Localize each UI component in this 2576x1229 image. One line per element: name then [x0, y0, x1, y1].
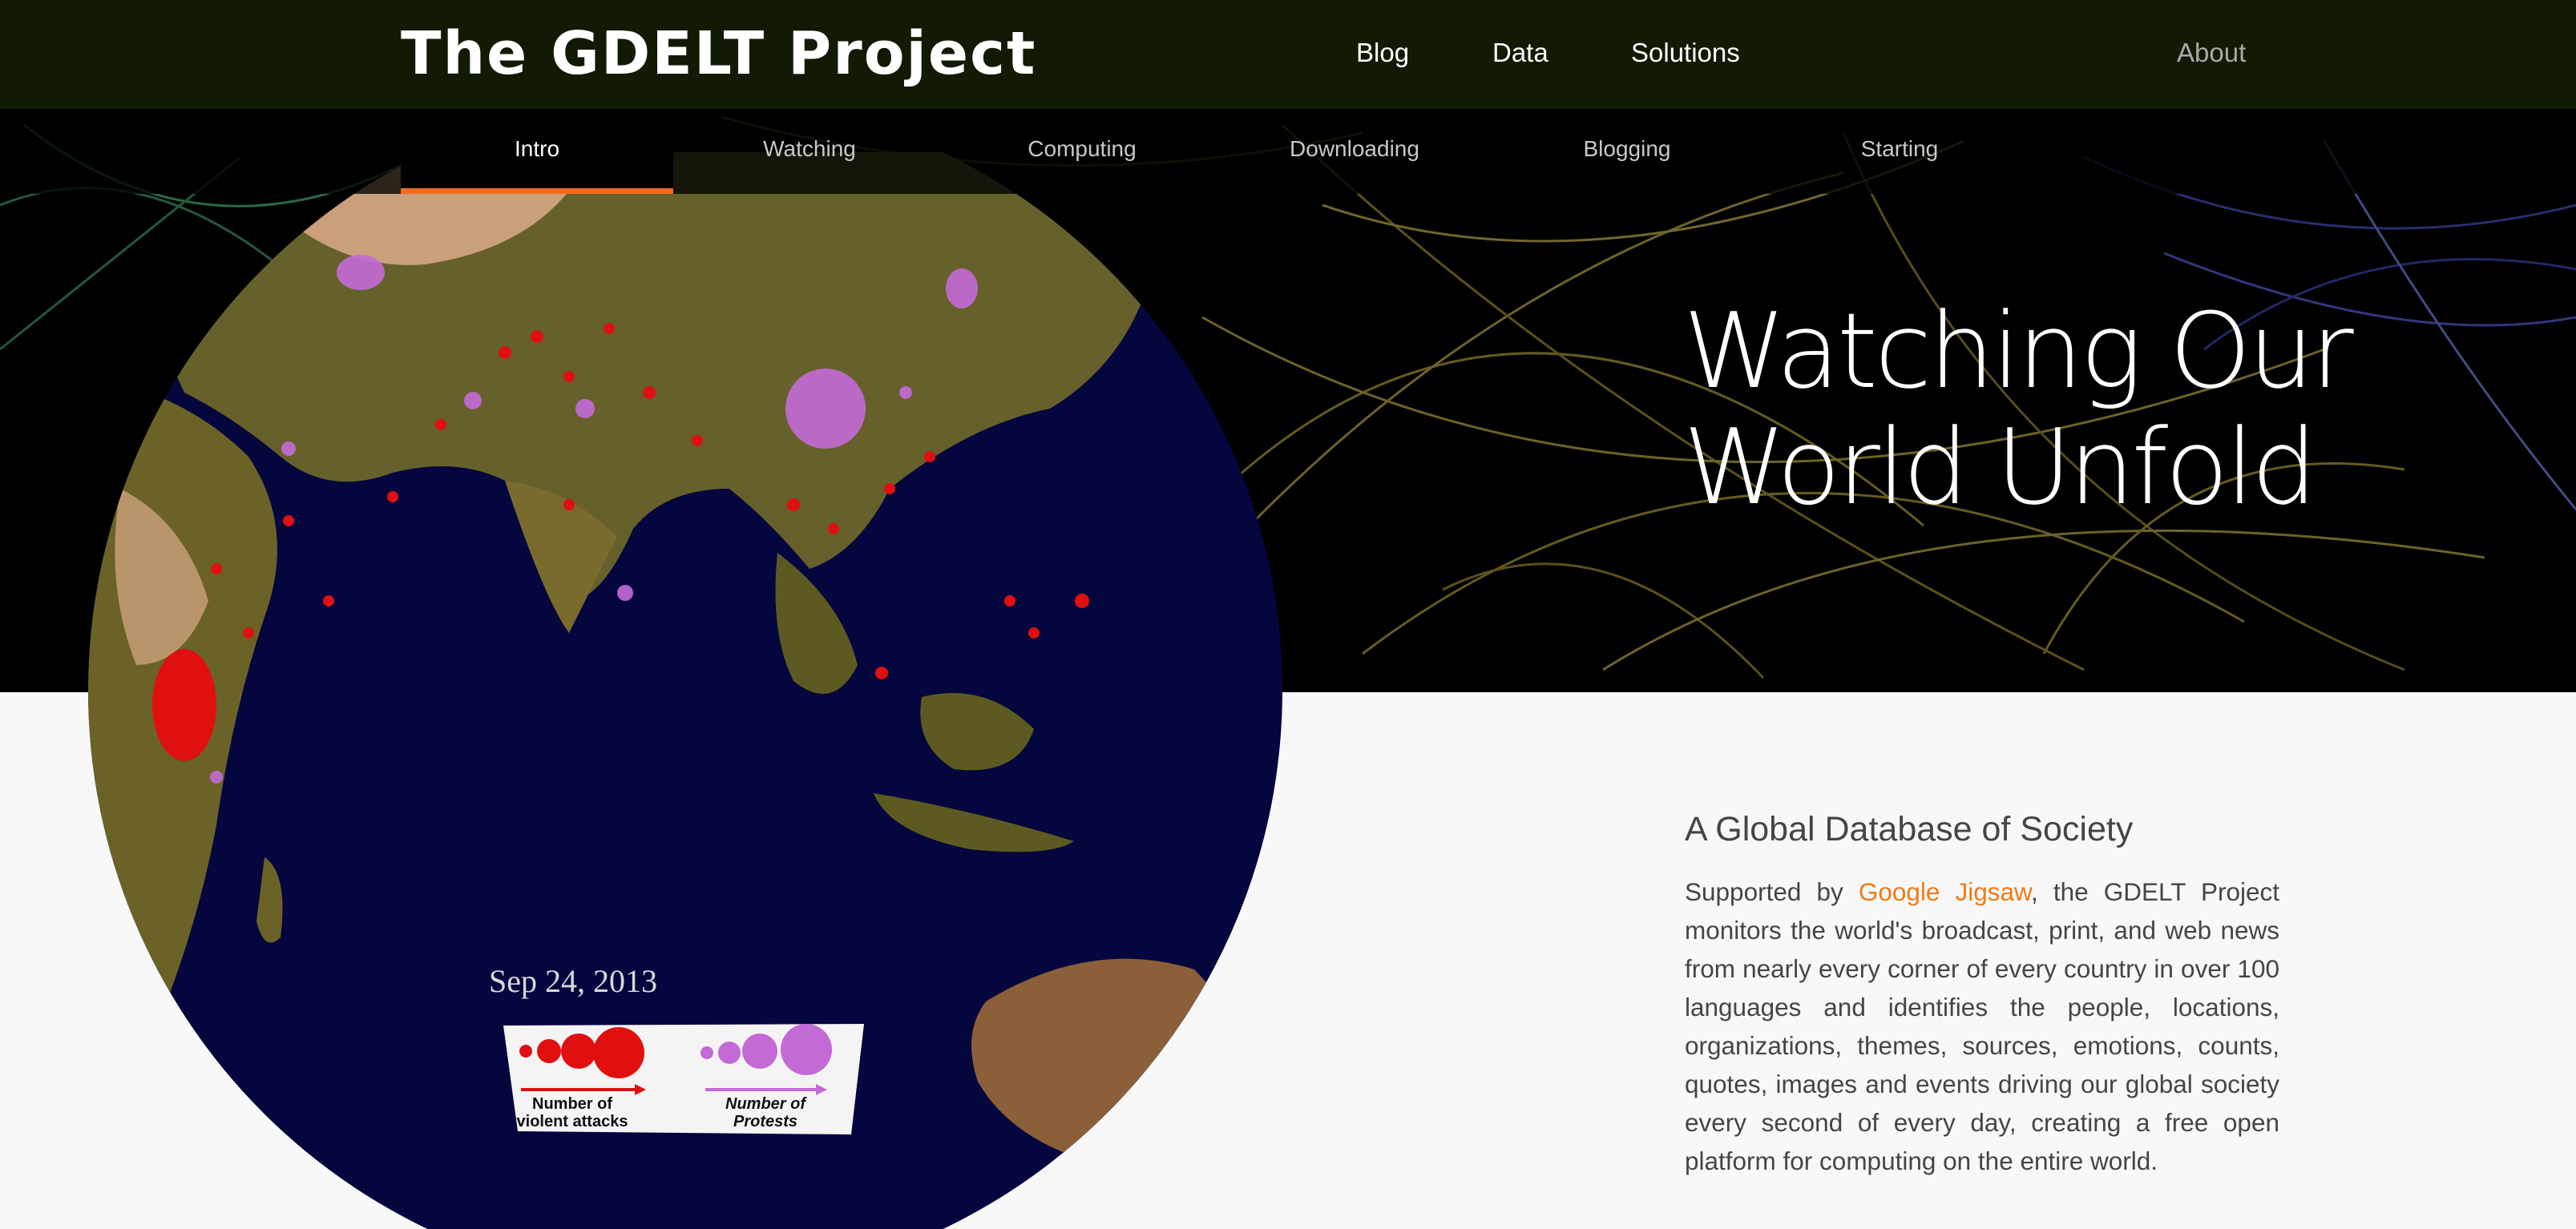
section-tab-bar: Intro Watching Computing Downloading Blo… — [0, 109, 2576, 194]
nav-link-blog[interactable]: Blog — [1356, 37, 1409, 69]
legend-attacks-line2: violent attacks — [517, 1113, 628, 1130]
tab-watching[interactable]: Watching — [673, 109, 946, 194]
section-body-suffix: , the GDELT Project monitors the world's… — [1685, 877, 2280, 1175]
tab-downloading[interactable]: Downloading — [1218, 109, 1491, 194]
globe-visualization: Sep 24, 2013 Number of violent attacks N… — [88, 152, 1282, 1229]
hero-title-line2: World Unfold — [1683, 406, 2317, 528]
site-brand[interactable]: The GDELT Project — [401, 18, 1036, 90]
section-heading: A Global Database of Society — [1685, 810, 2134, 848]
legend-protests-line1: Number of — [725, 1095, 807, 1113]
google-jigsaw-link[interactable]: Google Jigsaw — [1859, 877, 2031, 906]
globe-image: Sep 24, 2013 Number of violent attacks N… — [88, 152, 1282, 1229]
nav-link-solutions[interactable]: Solutions — [1631, 37, 1740, 69]
nav-link-about[interactable]: About — [2177, 37, 2246, 69]
tab-intro[interactable]: Intro — [401, 109, 673, 194]
top-navbar: The GDELT Project Blog Data Solutions Ab… — [0, 0, 2576, 109]
hero-title: Watching Our World Unfold — [1683, 293, 2404, 526]
globe-legend: Number of violent attacks Number of Prot… — [503, 1024, 864, 1134]
nav-link-data[interactable]: Data — [1492, 37, 1548, 69]
section-body: Supported by Google Jigsaw, the GDELT Pr… — [1685, 872, 2279, 1180]
section-body-prefix: Supported by — [1685, 877, 1859, 906]
tab-blogging[interactable]: Blogging — [1491, 109, 1763, 194]
hero-title-line1: Watching Our — [1683, 290, 2354, 412]
globe-date-label: Sep 24, 2013 — [489, 963, 657, 999]
intro-section: A Global Database of Society Supported b… — [1685, 805, 2279, 1180]
legend-attacks-line1: Number of — [532, 1095, 612, 1113]
tab-starting[interactable]: Starting — [1763, 109, 2036, 194]
legend-protests-line2: Protests — [733, 1113, 797, 1130]
tab-computing[interactable]: Computing — [946, 109, 1218, 194]
